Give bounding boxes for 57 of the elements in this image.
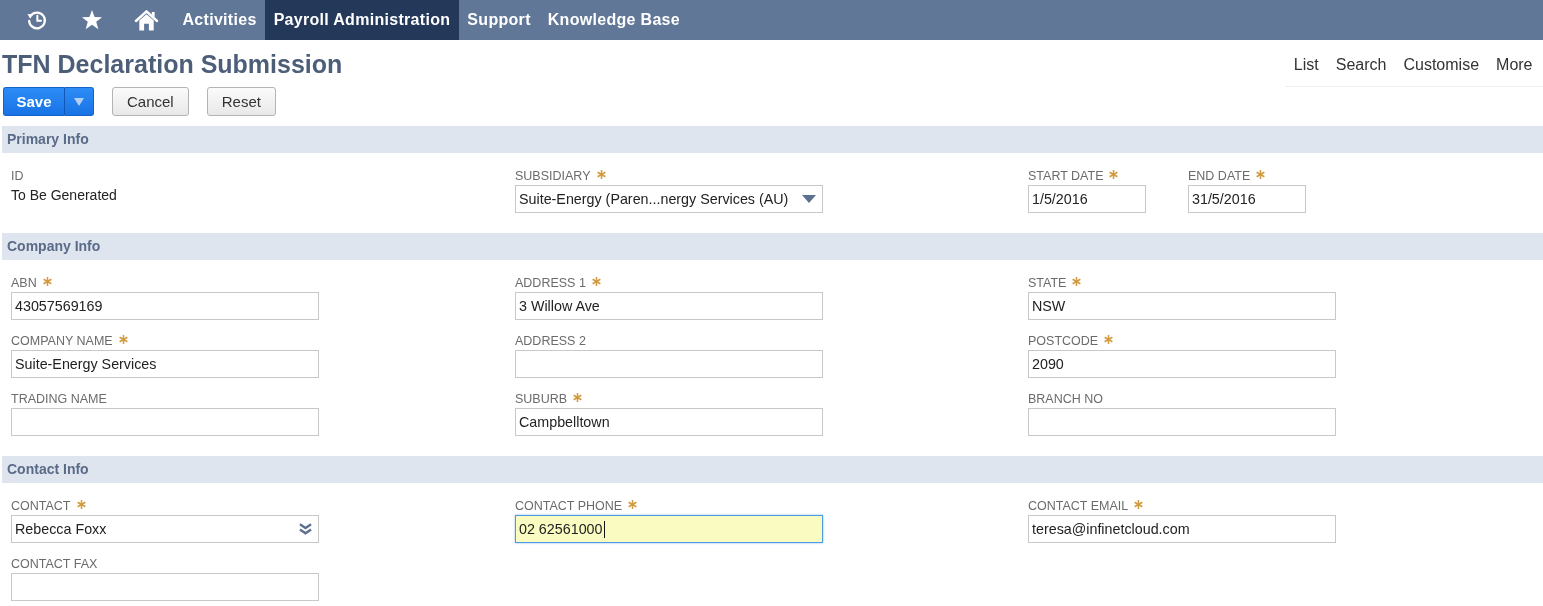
date-field[interactable]: 31/5/2016 <box>1188 185 1306 213</box>
page-link[interactable]: List <box>1285 55 1328 75</box>
field-label: TRADING NAME <box>11 391 107 408</box>
field-label: CONTACT PHONE <box>515 498 623 515</box>
section-header: Contact Info <box>2 456 1543 483</box>
text-field[interactable]: teresa@infinetcloud.com <box>1028 515 1336 543</box>
page-link[interactable]: Search <box>1327 55 1395 75</box>
form-button[interactable]: Reset <box>206 87 276 116</box>
page-title: TFN Declaration Submission <box>2 49 343 79</box>
text-field[interactable]: 2090 <box>1028 350 1336 378</box>
dropdown-field[interactable]: Suite-Energy (Paren...nergy Services (AU) <box>515 185 823 213</box>
text-field[interactable]: 43057569169 <box>11 292 319 320</box>
form-button[interactable]: Cancel <box>112 87 189 116</box>
field-label: ID <box>11 168 24 185</box>
text-field[interactable]: Suite-Energy Services <box>11 350 319 378</box>
text-field[interactable] <box>11 408 319 436</box>
field-label: CONTACT FAX <box>11 556 98 573</box>
field-label: START DATE <box>1028 168 1104 185</box>
field-label: COMPANY NAME <box>11 333 113 350</box>
field-label: ADDRESS 1 <box>515 275 586 292</box>
field-label: ADDRESS 2 <box>515 333 586 350</box>
home-icon[interactable] <box>134 8 159 32</box>
page-link[interactable]: More <box>1487 55 1541 75</box>
field-label: CONTACT EMAIL <box>1028 498 1129 515</box>
nav-menu-item[interactable]: Knowledge Base <box>539 0 689 40</box>
text-field[interactable]: 02 62561000 <box>515 515 823 543</box>
star-icon[interactable] <box>80 9 103 31</box>
nav-menu-item[interactable]: Support <box>458 0 540 40</box>
page-link[interactable]: Customise <box>1394 55 1488 75</box>
field-label: BRANCH NO <box>1028 391 1103 408</box>
text-field[interactable] <box>515 350 823 378</box>
field-label: END DATE <box>1188 168 1251 185</box>
field-value: To Be Generated <box>11 186 117 204</box>
field-label: CONTACT <box>11 498 71 515</box>
section-header: Primary Info <box>2 126 1543 153</box>
clock-icon[interactable] <box>25 9 48 31</box>
lookup-field[interactable]: Rebecca Foxx <box>11 515 319 543</box>
text-field[interactable] <box>1028 408 1336 436</box>
field-label: STATE <box>1028 275 1067 292</box>
field-label: SUBURB <box>515 391 568 408</box>
text-cursor <box>603 520 605 538</box>
section-header: Company Info <box>2 233 1543 260</box>
field-label: ABN <box>11 275 37 292</box>
save-options-button[interactable] <box>65 87 94 116</box>
text-field[interactable]: NSW <box>1028 292 1336 320</box>
save-button[interactable]: Save <box>3 87 65 116</box>
date-field[interactable]: 1/5/2016 <box>1028 185 1146 213</box>
caret-icon <box>74 97 84 106</box>
text-field[interactable]: 3 Willow Ave <box>515 292 823 320</box>
field-label: POSTCODE <box>1028 333 1099 350</box>
nav-menu-item[interactable]: Payroll Administration <box>265 0 459 40</box>
text-field[interactable] <box>11 573 319 601</box>
text-field[interactable]: Campbelltown <box>515 408 823 436</box>
dropdown-arrow-icon[interactable] <box>802 195 816 203</box>
nav-menu-item[interactable]: Activities <box>174 0 266 40</box>
field-label: SUBSIDIARY <box>515 168 591 185</box>
double-chevron-icon[interactable] <box>299 523 312 535</box>
